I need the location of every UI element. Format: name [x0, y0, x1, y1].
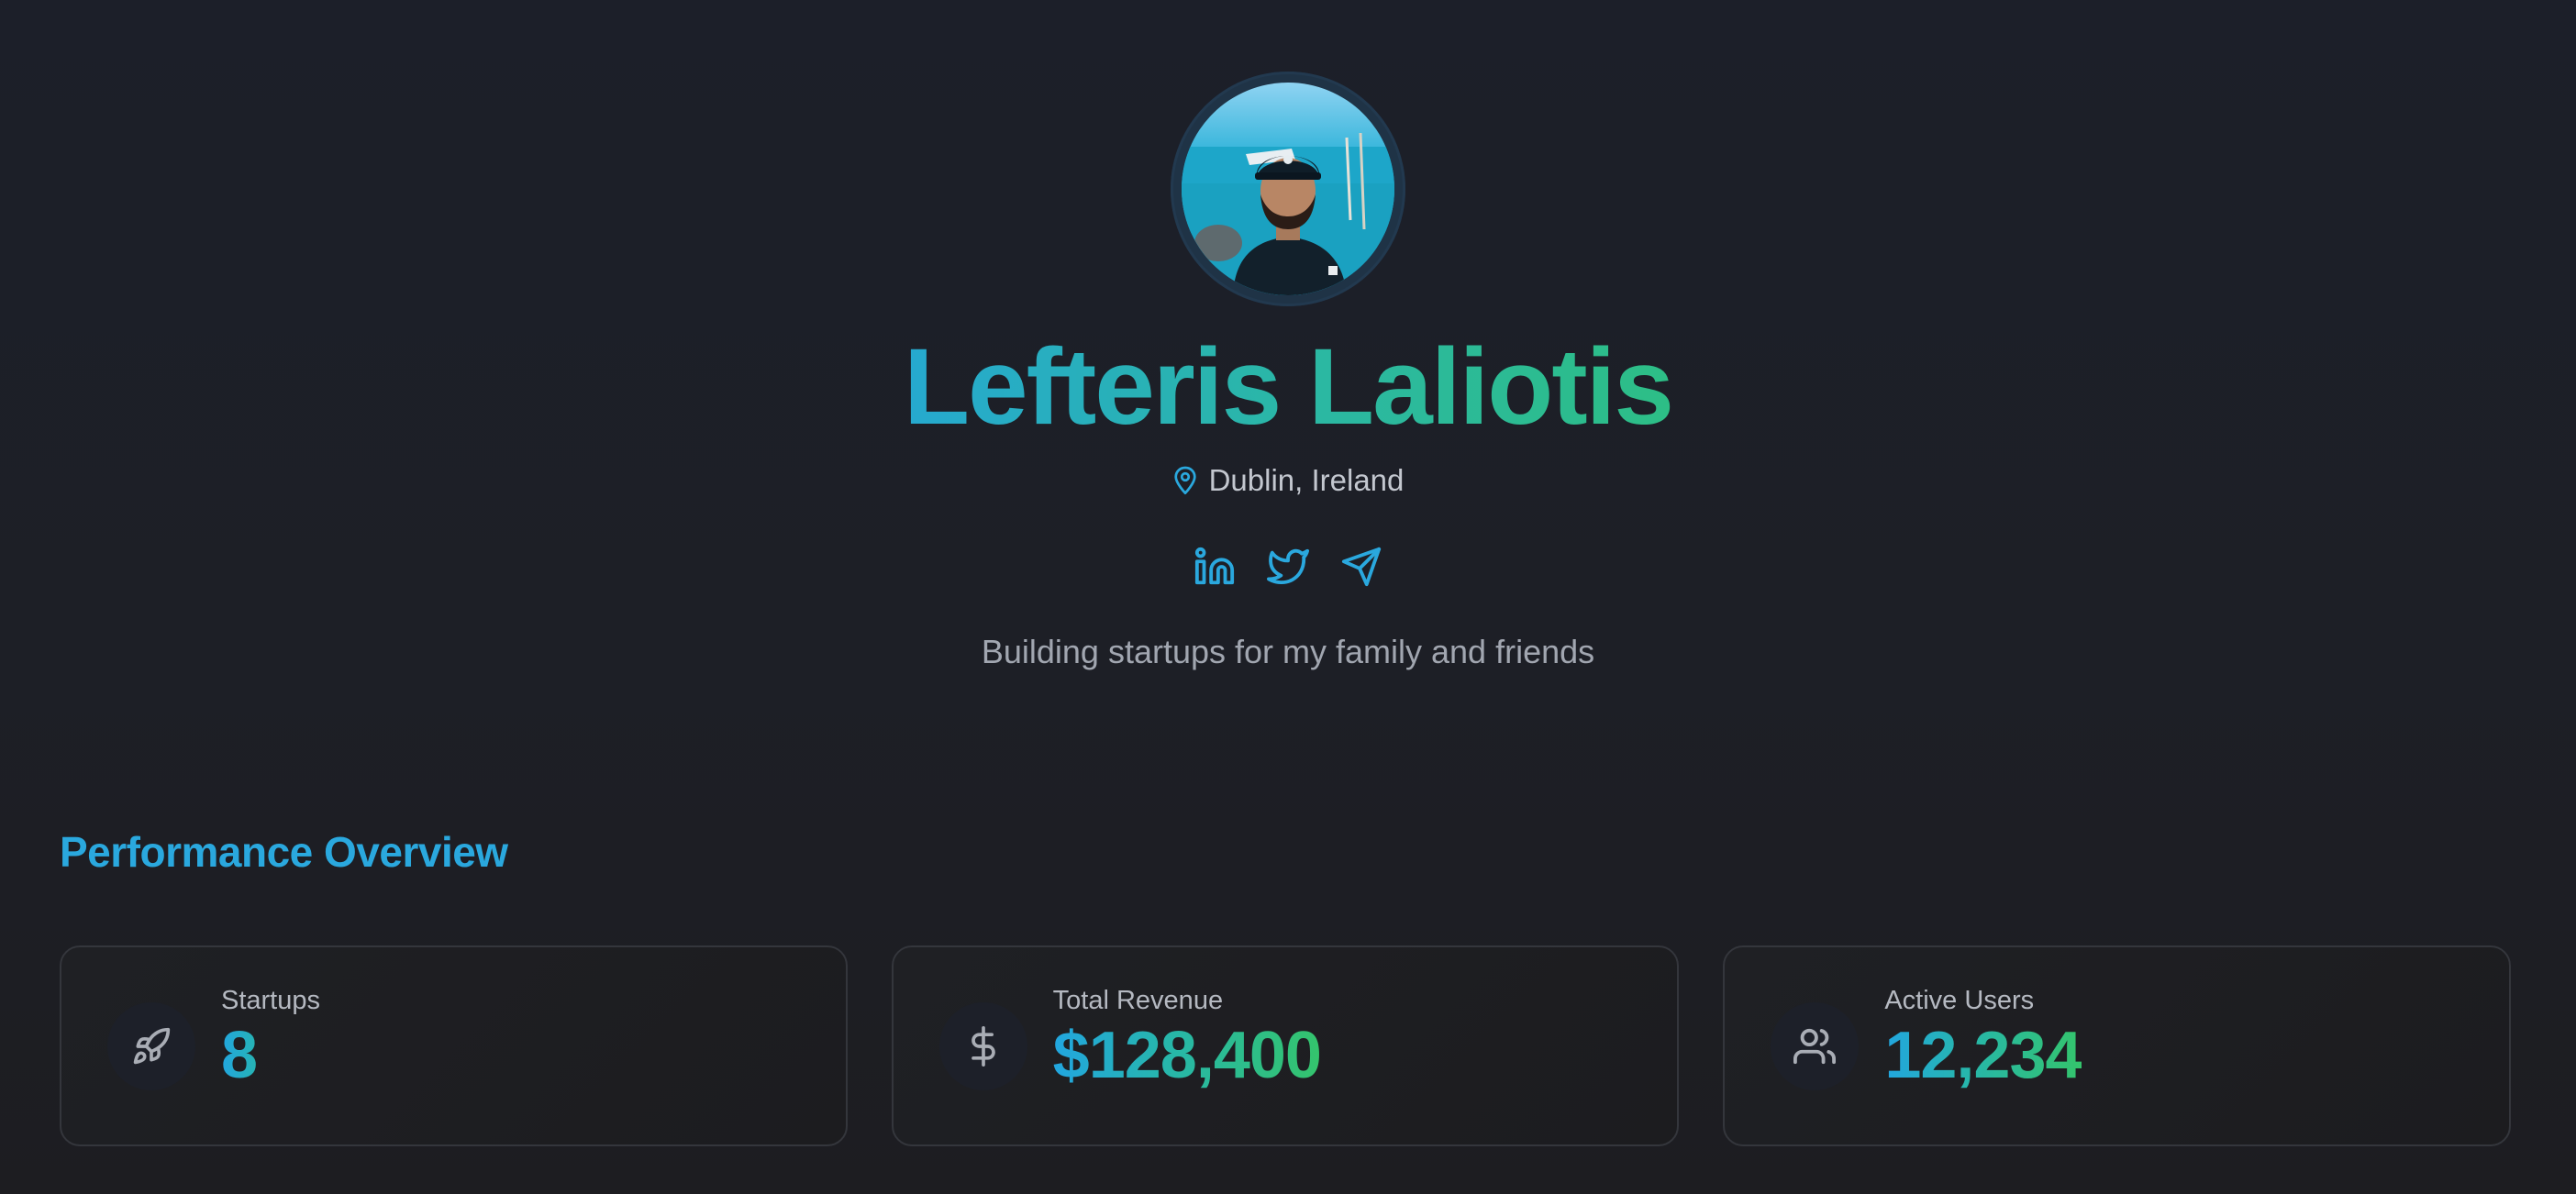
stats-cards: Startups 8 Total Revenue $128,400 Active — [60, 945, 2512, 1146]
stat-card-text: Active Users 12,234 — [1884, 986, 2082, 1093]
send-link[interactable] — [1339, 545, 1383, 589]
performance-overview-title: Performance Overview — [60, 828, 508, 876]
location: Dublin, Ireland — [1172, 460, 1405, 501]
stat-value: $128,400 — [1052, 1018, 1322, 1092]
avatar-ring — [1171, 72, 1405, 306]
dollar-icon-wrapper — [938, 1001, 1027, 1090]
users-icon — [1793, 1028, 1837, 1064]
avatar — [1182, 83, 1394, 295]
stat-card-text: Total Revenue $128,400 — [1052, 986, 1322, 1093]
stat-label: Startups — [221, 985, 320, 1015]
stat-value: 12,234 — [1884, 1018, 2082, 1092]
rocket-icon-wrapper — [107, 1001, 195, 1090]
profile-name: Lefteris Laliotis — [904, 323, 1674, 451]
users-icon-wrapper — [1771, 1001, 1860, 1090]
send-icon — [1341, 547, 1382, 587]
rocket-icon — [133, 1027, 171, 1064]
profile-header: Lefteris Laliotis Dublin, Ireland Buildi… — [0, 0, 2576, 675]
social-links — [1193, 543, 1383, 591]
location-text: Dublin, Ireland — [1208, 463, 1405, 497]
linkedin-icon — [1194, 547, 1235, 585]
tagline: Building startups for my family and frie… — [981, 633, 1595, 670]
stat-card-active-users[interactable]: Active Users 12,234 — [1723, 945, 2512, 1146]
stat-card-text: Startups 8 — [221, 986, 320, 1093]
stat-card-startups[interactable]: Startups 8 — [60, 945, 848, 1146]
twitter-icon — [1267, 548, 1309, 584]
linkedin-link[interactable] — [1193, 545, 1237, 589]
twitter-link[interactable] — [1266, 545, 1310, 589]
stat-label: Active Users — [1884, 985, 2035, 1015]
stat-card-total-revenue[interactable]: Total Revenue $128,400 — [891, 945, 1680, 1146]
stat-value: 8 — [221, 1018, 320, 1093]
stat-label: Total Revenue — [1052, 985, 1224, 1015]
dollar-icon — [971, 1025, 995, 1067]
map-pin-icon — [1173, 466, 1196, 495]
